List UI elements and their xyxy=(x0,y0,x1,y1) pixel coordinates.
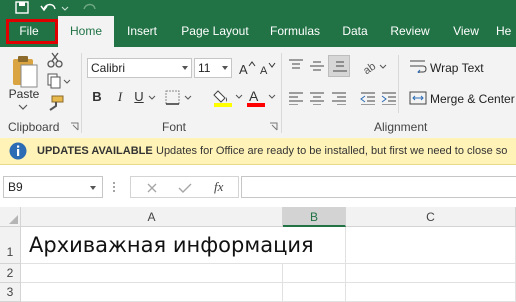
redo-icon[interactable] xyxy=(80,0,102,14)
tab-data[interactable]: Data xyxy=(337,16,373,47)
bottom-align-button[interactable] xyxy=(328,55,350,77)
tab-home[interactable]: Home xyxy=(58,16,114,47)
formula-buttons: fx xyxy=(130,176,239,198)
row-header-3[interactable]: 3 xyxy=(0,283,21,302)
font-launcher-icon[interactable] xyxy=(269,122,278,131)
cell-c3[interactable] xyxy=(346,283,516,302)
insert-function-button[interactable]: fx xyxy=(214,179,223,195)
align-right-icon[interactable] xyxy=(331,91,347,105)
tab-page-layout[interactable]: Page Layout xyxy=(175,16,255,47)
update-notification-bar: UPDATES AVAILABLE Updates for Office are… xyxy=(0,138,516,165)
underline-dropdown-icon[interactable] xyxy=(148,95,156,101)
infobar-message: Updates for Office are ready to be insta… xyxy=(156,145,508,157)
orientation-icon[interactable]: ab xyxy=(362,58,388,74)
name-box[interactable]: B9 xyxy=(3,176,103,198)
column-header-b[interactable]: B xyxy=(283,207,346,227)
column-header-c[interactable]: C xyxy=(346,207,516,227)
formula-input[interactable] xyxy=(241,176,516,198)
paste-button[interactable]: Paste xyxy=(8,87,40,101)
increase-font-size-icon[interactable]: A xyxy=(238,60,256,76)
info-icon xyxy=(9,142,27,160)
fill-color-icon[interactable] xyxy=(213,87,243,109)
enter-icon[interactable] xyxy=(178,182,192,194)
font-group-label: Font xyxy=(162,120,187,134)
file-tab-highlight xyxy=(6,19,58,44)
clipboard-group-label: Clipboard xyxy=(8,120,60,134)
divider xyxy=(281,53,282,133)
decrease-font-size-icon[interactable]: A xyxy=(259,60,277,76)
formula-bar-grip-icon[interactable] xyxy=(112,181,116,193)
infobar-title: UPDATES AVAILABLE xyxy=(37,145,153,157)
cell-b3[interactable] xyxy=(283,283,346,302)
quick-access-toolbar xyxy=(0,0,516,16)
cell-a3[interactable] xyxy=(21,283,283,302)
row-header-2[interactable]: 2 xyxy=(0,264,21,283)
tab-view[interactable]: View xyxy=(448,16,484,47)
format-painter-icon[interactable] xyxy=(47,95,65,111)
merge-center-icon[interactable] xyxy=(409,91,427,105)
borders-icon[interactable] xyxy=(165,90,193,106)
cell-a1-text: Архиважная информация xyxy=(29,233,314,257)
increase-indent-icon[interactable] xyxy=(381,91,397,105)
tab-insert[interactable]: Insert xyxy=(120,16,164,47)
bold-button[interactable]: B xyxy=(90,89,104,104)
svg-text:A: A xyxy=(239,62,248,76)
font-size-select[interactable]: 11 xyxy=(194,58,232,78)
cell-b1[interactable] xyxy=(283,227,346,264)
font-color-icon[interactable]: A xyxy=(246,87,276,109)
ribbon: Paste Clipboard Calibri 11 A A B I U A F… xyxy=(0,47,516,139)
svg-text:A: A xyxy=(260,65,268,76)
select-all-icon xyxy=(9,215,18,224)
align-left-icon[interactable] xyxy=(288,91,304,105)
save-icon[interactable] xyxy=(15,1,29,14)
cell-c2[interactable] xyxy=(346,264,516,283)
top-align-icon[interactable] xyxy=(288,59,304,73)
paste-dropdown-icon[interactable] xyxy=(18,104,28,110)
undo-icon[interactable] xyxy=(40,0,70,14)
chevron-down-icon xyxy=(182,66,188,70)
cut-icon[interactable] xyxy=(47,52,63,68)
font-name-select[interactable]: Calibri xyxy=(87,58,192,78)
tab-file[interactable]: File xyxy=(3,16,58,47)
merge-center-button[interactable]: Merge & Center xyxy=(430,92,515,106)
cell-a2[interactable] xyxy=(21,264,283,283)
paste-icon[interactable] xyxy=(11,55,39,89)
column-header-a[interactable]: A xyxy=(21,207,283,227)
select-all-corner[interactable] xyxy=(0,207,21,227)
svg-text:ab: ab xyxy=(362,60,378,74)
wrap-text-icon[interactable] xyxy=(409,59,427,73)
svg-text:A: A xyxy=(249,88,259,104)
cell-b2[interactable] xyxy=(283,264,346,283)
wrap-text-button[interactable]: Wrap Text xyxy=(430,61,484,75)
ribbon-tab-bar: File Home Insert Page Layout Formulas Da… xyxy=(0,16,516,47)
tab-review[interactable]: Review xyxy=(385,16,435,47)
italic-button[interactable]: I xyxy=(113,89,127,105)
worksheet-grid: A B C 1 2 3 Архиважная информация xyxy=(0,207,516,302)
middle-align-icon[interactable] xyxy=(309,59,325,73)
underline-button[interactable]: U xyxy=(132,89,146,104)
row-header-1[interactable]: 1 xyxy=(0,227,21,264)
chevron-down-icon xyxy=(222,66,228,70)
alignment-group-label: Alignment xyxy=(374,120,428,134)
clipboard-launcher-icon[interactable] xyxy=(70,122,79,131)
bottom-align-icon xyxy=(333,61,347,72)
tab-formulas[interactable]: Formulas xyxy=(265,16,325,47)
tab-help[interactable]: He xyxy=(496,16,516,47)
divider xyxy=(81,53,82,133)
align-center-icon[interactable] xyxy=(309,91,325,105)
copy-icon[interactable] xyxy=(47,73,71,89)
cell-a1[interactable]: Архиважная информация xyxy=(21,227,314,264)
cancel-icon[interactable] xyxy=(146,182,158,194)
cell-c1[interactable] xyxy=(346,227,516,264)
divider xyxy=(398,55,399,113)
chevron-down-icon xyxy=(90,186,96,190)
decrease-indent-icon[interactable] xyxy=(360,91,376,105)
